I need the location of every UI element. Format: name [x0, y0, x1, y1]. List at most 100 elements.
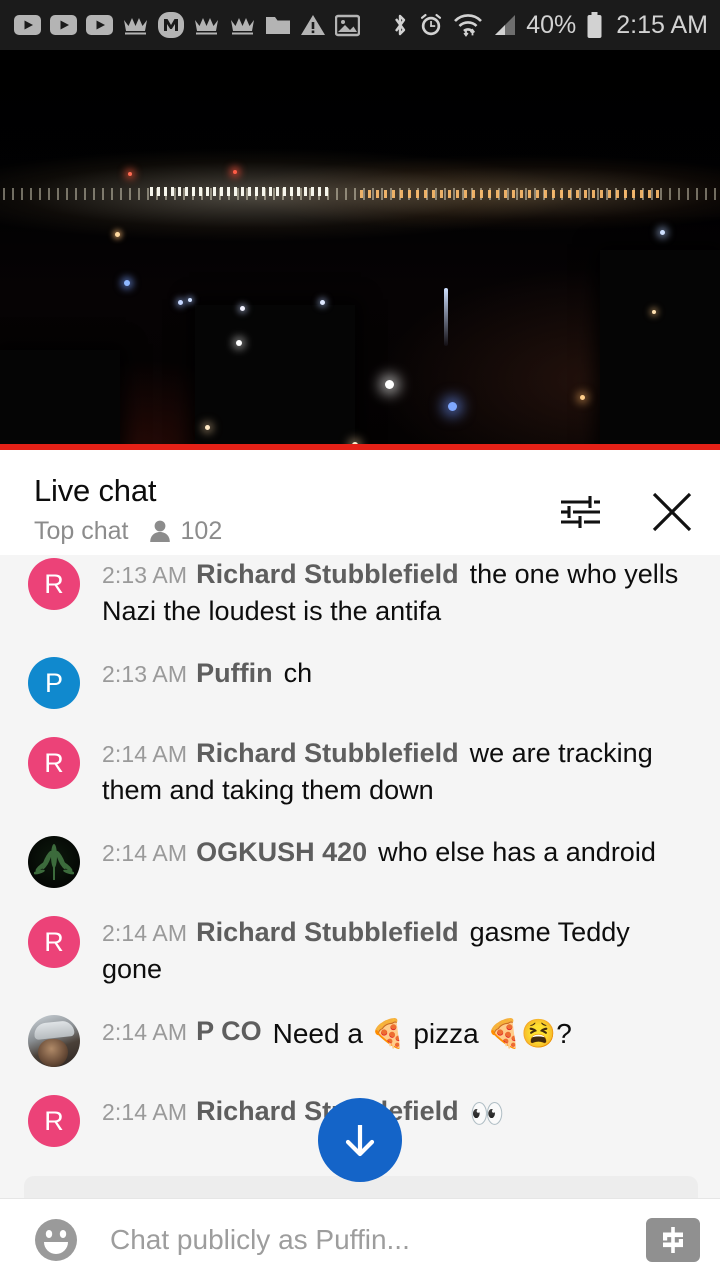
light-point [660, 230, 665, 235]
message-timestamp: 2:13 AM [102, 661, 188, 687]
chat-message-body: 2:14 AM Richard Stubblefield we are tracki… [102, 735, 696, 808]
message-author[interactable]: Richard Stubblefield [196, 738, 459, 768]
close-icon[interactable] [646, 486, 698, 538]
chat-message-body: 2:13 AM Puffin ch [102, 655, 696, 692]
message-timestamp: 2:14 AM [102, 920, 188, 946]
light-point [128, 172, 132, 176]
folder-icon [265, 14, 291, 36]
battery-icon [586, 11, 603, 39]
scroll-to-bottom-button[interactable] [318, 1098, 402, 1182]
message-author[interactable]: OGKUSH 420 [196, 837, 367, 867]
avatar-initial: R [44, 926, 64, 957]
message-text: who else has a android [378, 837, 656, 867]
building-silhouette [195, 305, 355, 450]
chat-message-body: 2:13 AM Richard Stubblefield the one who y… [102, 556, 696, 629]
chat-message[interactable]: R 2:14 AM Richard Stubblefield we are trac… [0, 722, 720, 821]
live-chat-header: Live chat Top chat 102 [0, 456, 720, 555]
dollar-sign-icon [663, 1226, 683, 1253]
chat-header-actions [554, 472, 698, 538]
tune-filter-icon[interactable] [554, 486, 606, 538]
avatar-initial: R [44, 568, 64, 599]
light-point [124, 280, 130, 286]
youtube-icon [14, 15, 41, 35]
chat-header-titles: Live chat Top chat 102 [34, 472, 222, 545]
cellular-signal-icon [492, 13, 517, 37]
avatar-initial: R [44, 747, 64, 778]
wifi-icon [453, 12, 483, 38]
youtube-icon [86, 15, 113, 35]
light-point [320, 300, 325, 305]
light-point [205, 425, 210, 430]
chat-message[interactable]: 2:14 AM P CO Need a 🍕 pizza 🍕😫? [0, 1000, 720, 1080]
light-point [240, 306, 245, 311]
search-input[interactable] [110, 1223, 632, 1256]
message-timestamp: 2:14 AM [102, 840, 188, 866]
avatar: P [28, 657, 80, 709]
chat-message-body: 2:14 AM OGKUSH 420 who else has a android [102, 834, 696, 871]
city-light-band-warm [360, 190, 660, 198]
viewer-count-label: 102 [180, 517, 223, 545]
status-bar-notification-icons [14, 12, 360, 38]
bluetooth-icon [391, 12, 409, 38]
light-point [444, 288, 448, 346]
m-app-icon [158, 12, 184, 38]
avatar: R [28, 1095, 80, 1147]
light-point [188, 298, 192, 302]
building-silhouette [0, 350, 120, 450]
emoji-smiley-icon[interactable] [28, 1212, 84, 1268]
message-author[interactable]: Richard Stubblefield [196, 559, 459, 589]
message-text: Need a 🍕 pizza 🍕😫? [272, 1018, 572, 1049]
avatar [28, 1015, 80, 1067]
warning-icon [300, 14, 326, 37]
battery-percent-label: 40% [526, 10, 577, 39]
video-player[interactable] [0, 50, 720, 450]
crown-icon [229, 14, 256, 36]
avatar: R [28, 916, 80, 968]
image-icon [335, 14, 360, 37]
youtube-live-chat-screen: 40% 2:15 AM Live chat Top chat 102 R 2:1… [0, 0, 720, 1280]
avatar-initial: P [44, 667, 63, 698]
light-point [448, 402, 457, 411]
light-point [385, 380, 394, 389]
youtube-icon [50, 15, 77, 35]
message-author[interactable]: Richard Stubblefield [196, 917, 459, 947]
message-author[interactable]: P CO [196, 1016, 262, 1046]
crown-icon [122, 14, 149, 36]
page-title: Live chat [34, 473, 157, 508]
chat-header-subtitle-row: Top chat 102 [34, 517, 222, 545]
crown-icon [193, 14, 220, 36]
chat-mode-label[interactable]: Top chat [34, 517, 129, 545]
status-bar: 40% 2:15 AM [0, 0, 720, 50]
message-timestamp: 2:14 AM [102, 1019, 188, 1045]
clock-label: 2:15 AM [616, 10, 708, 39]
superchat-button[interactable] [646, 1217, 700, 1262]
cannabis-leaf-icon [34, 844, 74, 880]
building-silhouette [600, 250, 720, 450]
message-timestamp: 2:14 AM [102, 741, 188, 767]
alarm-clock-icon [418, 12, 444, 38]
avatar: R [28, 737, 80, 789]
chat-message[interactable]: P 2:13 AM Puffin ch [0, 642, 720, 722]
chat-message-body: 2:14 AM P CO Need a 🍕 pizza 🍕😫? [102, 1013, 696, 1052]
chat-message[interactable]: R 2:13 AM Richard Stubblefield the one who… [0, 555, 720, 642]
chat-message-body: 2:14 AM Richard Stubblefield gasme Teddy g… [102, 914, 696, 987]
person-icon [148, 518, 172, 544]
video-progress-bar[interactable] [0, 444, 720, 450]
chat-message[interactable]: R 2:14 AM Richard Stubblefield gasme Teddy… [0, 901, 720, 1000]
message-timestamp: 2:14 AM [102, 1099, 188, 1125]
status-bar-system-icons: 40% 2:15 AM [391, 11, 708, 40]
city-light-band-bright [150, 187, 330, 196]
message-author[interactable]: Puffin [196, 658, 272, 688]
avatar [28, 836, 80, 888]
light-point [178, 300, 183, 305]
light-point [236, 340, 242, 346]
avatar: R [28, 558, 80, 610]
light-point [233, 170, 237, 174]
light-point [652, 310, 656, 314]
message-timestamp: 2:13 AM [102, 562, 188, 588]
avatar-initial: R [44, 1105, 64, 1136]
light-point [115, 232, 120, 237]
arrow-down-icon [345, 1125, 375, 1157]
message-text: ch [283, 658, 313, 688]
chat-message[interactable]: 2:14 AM OGKUSH 420 who else has a android [0, 821, 720, 901]
